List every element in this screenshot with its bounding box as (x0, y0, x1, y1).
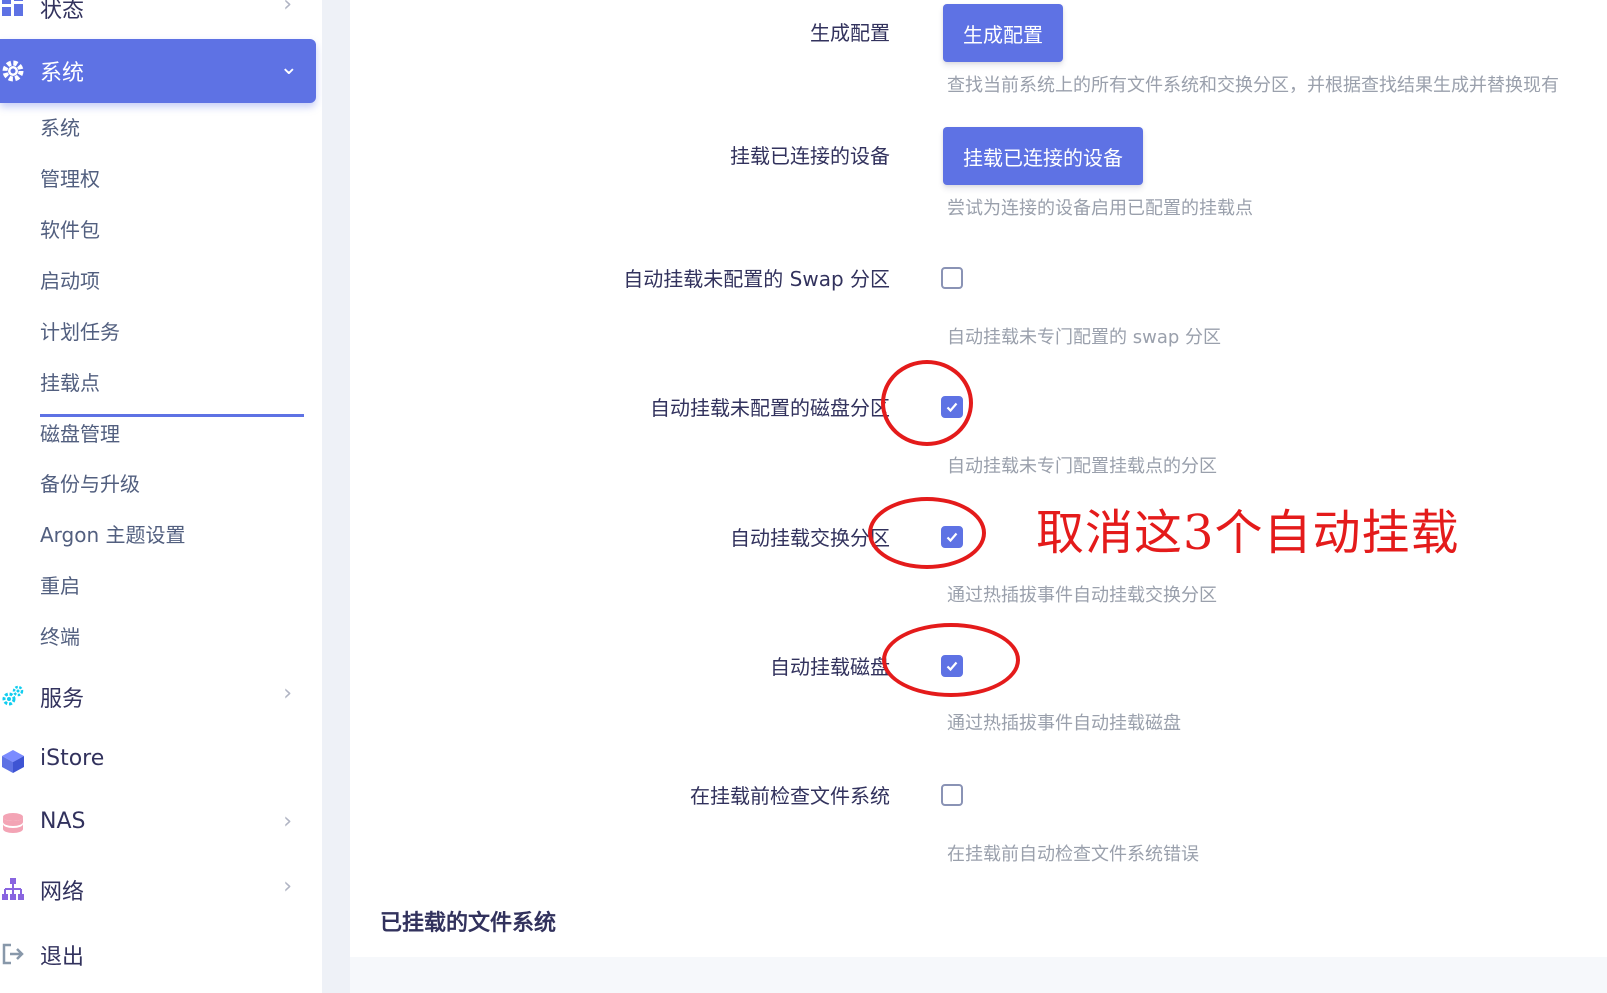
sign-out-icon (0, 941, 26, 967)
sidebar-item-label: 网络 (40, 880, 85, 905)
auto-swap-description: 自动挂载未专门配置的 swap 分区 (947, 327, 1221, 348)
hotplug-swap-description: 通过热插拔事件自动挂载交换分区 (947, 585, 1217, 606)
cogs-icon (0, 683, 26, 709)
gear-icon (0, 58, 26, 84)
section-title-mounted-filesystems: 已挂载的文件系统 (380, 911, 557, 936)
cube-icon (0, 748, 26, 774)
sidebar-item-nas[interactable]: NAS › (0, 803, 310, 843)
database-icon (0, 811, 26, 837)
sidebar-subitem-packages[interactable]: 软件包 (40, 215, 100, 245)
mount-devices-description: 尝试为连接的设备启用已配置的挂载点 (947, 198, 1253, 219)
check-fs-label: 在挂载前检查文件系统 (690, 784, 890, 808)
auto-swap-checkbox[interactable] (941, 267, 963, 289)
sidebar-subitem-crontab[interactable]: 计划任务 (40, 317, 120, 347)
annotation-circle (881, 360, 973, 446)
sidebar-item-label: 退出 (40, 945, 85, 970)
dashboard-icon (0, 0, 26, 19)
sidebar-subitem-disk-management[interactable]: 磁盘管理 (40, 419, 120, 449)
hotplug-mount-label: 自动挂载磁盘 (770, 655, 890, 679)
chevron-right-icon: › (283, 0, 292, 17)
chevron-right-icon: › (283, 874, 292, 899)
chevron-right-icon: › (283, 809, 292, 834)
generate-config-description: 查找当前系统上的所有文件系统和交换分区，并根据查找结果生成并替换现有 (947, 75, 1559, 96)
sidebar-subitem-terminal[interactable]: 终端 (40, 622, 80, 652)
sidebar-item-system[interactable]: 系统 ⌄ (0, 39, 316, 103)
sidebar-separator (322, 0, 350, 993)
sidebar-item-status[interactable]: 状态 › (0, 0, 310, 26)
annotation-circle (868, 497, 986, 569)
annotation-text: 取消这3个自动挂载 (1036, 505, 1460, 561)
sidebar-item-istore[interactable]: iStore (0, 740, 310, 780)
auto-mount-label: 自动挂载未配置的磁盘分区 (650, 396, 890, 420)
hotplug-mount-description: 通过热插拔事件自动挂载磁盘 (947, 713, 1181, 734)
main-content: 生成配置 生成配置 查找当前系统上的所有文件系统和交换分区，并根据查找结果生成并… (350, 0, 1607, 993)
auto-swap-label: 自动挂载未配置的 Swap 分区 (623, 267, 890, 291)
sidebar: 状态 › 系统 ⌄ 系统 管理权 软件包 启动项 计划任务 挂载点 磁盘管理 备… (0, 0, 322, 993)
chevron-right-icon: › (283, 681, 292, 706)
auto-mount-description: 自动挂载未专门配置挂载点的分区 (947, 456, 1217, 477)
sidebar-item-label: 状态 (40, 0, 85, 23)
table-header-strip (350, 957, 1607, 993)
sidebar-item-label: NAS (40, 809, 86, 834)
sidebar-item-label: iStore (40, 746, 105, 771)
sidebar-subitem-system[interactable]: 系统 (40, 113, 80, 143)
sitemap-icon (0, 876, 26, 902)
sidebar-item-label: 系统 (40, 61, 85, 86)
sidebar-item-logout[interactable]: 退出 (0, 933, 310, 973)
sidebar-item-network[interactable]: 网络 › (0, 868, 310, 908)
active-subitem-underline (40, 414, 304, 417)
annotation-circle (882, 623, 1020, 697)
check-fs-checkbox[interactable] (941, 784, 963, 806)
sidebar-subitem-reboot[interactable]: 重启 (40, 571, 80, 601)
mount-devices-button[interactable]: 挂载已连接的设备 (943, 127, 1143, 185)
sidebar-subitem-startup[interactable]: 启动项 (40, 266, 100, 296)
generate-config-label: 生成配置 (810, 21, 890, 45)
mount-devices-label: 挂载已连接的设备 (730, 144, 890, 168)
sidebar-subitem-argon[interactable]: Argon 主题设置 (40, 520, 186, 550)
sidebar-item-label: 服务 (40, 687, 85, 712)
sidebar-subitem-backup[interactable]: 备份与升级 (40, 469, 140, 499)
sidebar-subitem-admin[interactable]: 管理权 (40, 164, 100, 194)
chevron-down-icon: ⌄ (279, 55, 298, 80)
generate-config-button[interactable]: 生成配置 (943, 4, 1063, 62)
hotplug-swap-label: 自动挂载交换分区 (730, 526, 890, 550)
sidebar-subitem-mountpoints[interactable]: 挂载点 (40, 368, 100, 398)
check-fs-description: 在挂载前自动检查文件系统错误 (947, 844, 1199, 865)
sidebar-item-services[interactable]: 服务 › (0, 675, 310, 715)
